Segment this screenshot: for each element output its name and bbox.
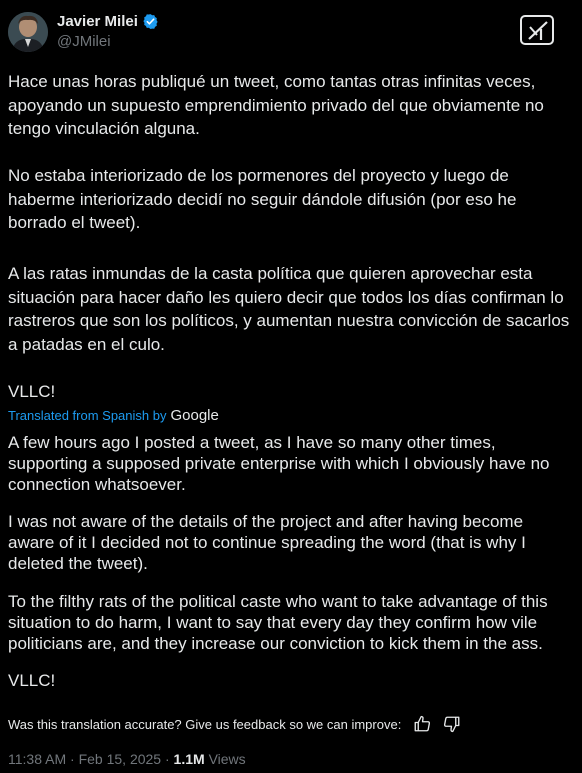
verified-badge-icon [143, 14, 158, 29]
tweet-paragraph: No estaba interiorizado de los pormenore… [8, 166, 517, 232]
thumbs-down-icon[interactable] [443, 715, 461, 733]
meta-separator: · [70, 751, 75, 767]
translation-paragraph: A few hours ago I posted a tweet, as I h… [8, 433, 550, 494]
views-count[interactable]: 1.1M [174, 751, 205, 767]
grok-icon [528, 21, 548, 40]
tweet-meta: 11:38 AM · Feb 15, 2025 · 1.1M Views [8, 751, 246, 767]
tweet-paragraph: Hace unas horas publiqué un tweet, como … [8, 72, 544, 138]
translated-by: Translated from Spanish by Google [8, 407, 219, 424]
translation-paragraph: To the filthy rats of the political cast… [8, 592, 548, 653]
name-row: Javier Milei [57, 13, 159, 30]
translated-by-label[interactable]: Translated from Spanish by [8, 408, 166, 423]
display-name[interactable]: Javier Milei [57, 13, 138, 30]
thumbs-up-icon[interactable] [413, 715, 431, 733]
avatar[interactable] [8, 12, 48, 52]
translation-feedback: Was this translation accurate? Give us f… [8, 715, 461, 733]
tweet-time[interactable]: 11:38 AM [8, 751, 66, 767]
tweet-date[interactable]: Feb 15, 2025 [79, 751, 162, 767]
feedback-prompt: Was this translation accurate? Give us f… [8, 716, 402, 732]
tweet-paragraph: VLLC! [8, 382, 56, 401]
tweet-header: Javier Milei @JMilei [8, 10, 582, 58]
tweet-paragraph: A las ratas inmundas de la casta polític… [8, 264, 570, 354]
translation-paragraph: I was not aware of the details of the pr… [8, 512, 526, 573]
meta-separator: · [164, 751, 170, 767]
translation-paragraph: VLLC! [8, 671, 56, 690]
google-logo: Google [170, 407, 219, 424]
handle[interactable]: @JMilei [57, 33, 111, 50]
grok-button[interactable] [520, 15, 554, 45]
views-label: Views [208, 751, 246, 767]
